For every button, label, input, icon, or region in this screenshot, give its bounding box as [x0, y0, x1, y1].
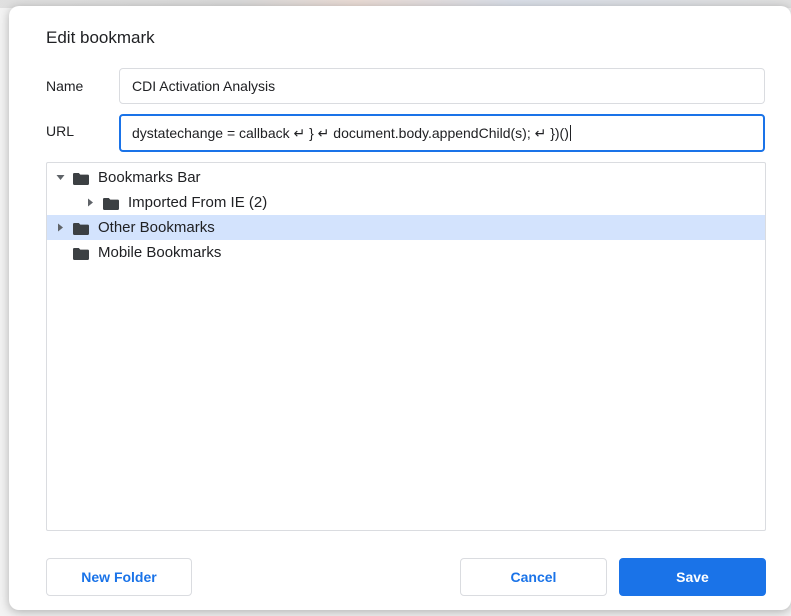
tree-item-bookmarks-bar[interactable]: Bookmarks Bar [47, 165, 765, 190]
name-label: Name [46, 78, 84, 94]
cancel-button[interactable]: Cancel [460, 558, 607, 596]
tree-item-mobile-bookmarks[interactable]: Mobile Bookmarks [47, 240, 765, 265]
dialog-title: Edit bookmark [46, 28, 155, 47]
name-input-value: CDI Activation Analysis [132, 78, 276, 94]
triangle-down-icon[interactable] [55, 173, 65, 183]
folder-icon [103, 197, 119, 210]
tree-item-label: Bookmarks Bar [98, 169, 201, 186]
save-button[interactable]: Save [619, 558, 766, 596]
folder-icon [73, 172, 89, 185]
tree-item-label: Other Bookmarks [98, 219, 215, 236]
folder-icon [73, 222, 89, 235]
triangle-right-icon[interactable] [85, 198, 95, 208]
name-input[interactable]: CDI Activation Analysis [119, 68, 765, 104]
url-input[interactable]: dystatechange = callback ↵ } ↵ document.… [119, 114, 765, 152]
text-caret [569, 125, 571, 141]
tree-item-other-bookmarks[interactable]: Other Bookmarks [47, 215, 765, 240]
folder-icon [73, 247, 89, 260]
folder-tree[interactable]: Bookmarks Bar Imported From IE (2) Other… [46, 162, 766, 531]
url-input-value: dystatechange = callback ↵ } ↵ document.… [132, 125, 569, 141]
edit-bookmark-dialog: Edit bookmark Name CDI Activation Analys… [9, 6, 791, 610]
tree-item-label: Mobile Bookmarks [98, 244, 222, 261]
url-label: URL [46, 123, 75, 139]
new-folder-button[interactable]: New Folder [46, 558, 192, 596]
tree-item-label: Imported From IE (2) [128, 194, 268, 211]
triangle-right-icon[interactable] [55, 223, 65, 233]
tree-item-imported-from-ie[interactable]: Imported From IE (2) [47, 190, 765, 215]
